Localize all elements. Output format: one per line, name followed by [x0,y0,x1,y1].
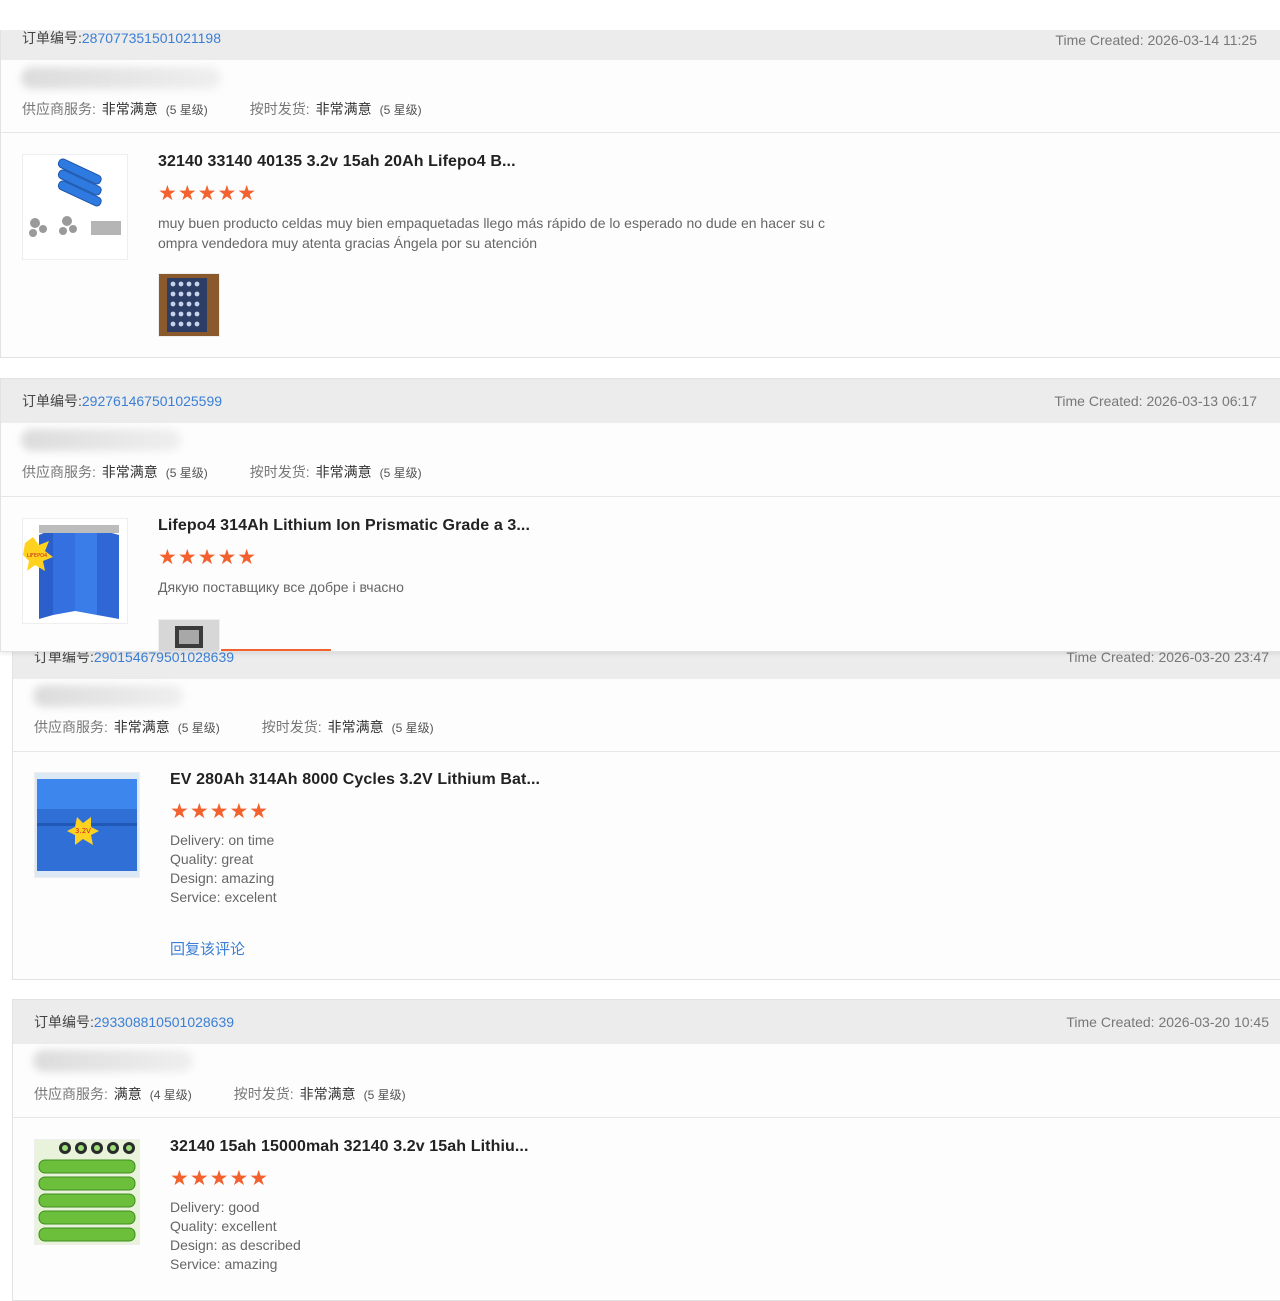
review-detail-quality: Quality: great [170,851,254,867]
delivery-level: (5 星级) [379,466,422,480]
supplier-service-level: (4 星级) [149,1088,192,1102]
time-created-label: Time Created: [1066,1014,1159,1030]
divider [13,751,1280,752]
review-detail-service: Service: excelent [170,889,277,905]
divider [1,132,1280,133]
order-card: 订单编号:292761467501025599 Time Created: 20… [0,378,1280,652]
blue-cylinder-cells-icon [23,155,127,259]
delivery-level: (5 星级) [379,103,422,117]
supplier-service-level: (5 星级) [165,466,208,480]
rating-summary: 供应商服务: 非常满意 (5 星级) 按时发货: 非常满意 (5 星级) [22,462,422,482]
time-created-value: 2026-03-20 10:45 [1158,1014,1269,1030]
order-number-label: 订单编号: [22,30,82,46]
delivery-label: 按时发货: [261,719,322,735]
review-detail-quality: Quality: excellent [170,1218,277,1234]
buyer-name-blurred [33,1050,193,1072]
supplier-service-label: 供应商服务: [22,101,96,117]
order-number-link[interactable]: 293308810501028639 [94,1014,234,1030]
order-number-label: 订单编号: [34,1014,94,1030]
package-photo-icon [159,620,219,651]
order-header: 订单编号:293308810501028639 Time Created: 20… [13,1000,1280,1044]
delivery-value: 非常满意 [299,1086,356,1102]
rating-summary: 供应商服务: 非常满意 (5 星级) 按时发货: 非常满意 (5 星级) [22,99,422,119]
order-header: 订单编号:292761467501025599 Time Created: 20… [1,379,1280,423]
product-thumbnail[interactable]: LIFEPO4 [22,518,128,624]
delivery-label: 按时发货: [249,464,310,480]
review-detail-delivery: Delivery: good [170,1199,260,1215]
supplier-service-label: 供应商服务: [22,464,96,480]
supplier-service-level: (5 星级) [177,721,220,735]
review-detail-service: Service: amazing [170,1256,278,1272]
buyer-name-blurred [21,67,221,89]
reply-review-link[interactable]: 回复该评论 [170,938,245,959]
divider [1,496,1280,497]
review-text: muy buen producto celdas muy bien empaqu… [158,213,858,253]
order-card: 订单编号:290154679501028639 Time Created: 20… [12,634,1280,980]
supplier-service-level: (5 星级) [165,103,208,117]
supplier-service-label: 供应商服务: [34,1086,108,1102]
star-rating: ★★★★★ [158,546,258,569]
delivery-value: 非常满意 [315,101,372,117]
svg-text:LIFEPO4: LIFEPO4 [27,553,47,559]
review-detail-delivery: Delivery: on time [170,832,275,848]
divider [13,1117,1280,1118]
review-text: Дякую поставщику все добре і вчасно [158,577,858,597]
order-number-link[interactable]: 287077351501021198 [82,30,221,46]
review-detail-design: Design: as described [170,1237,301,1253]
time-created-value: 2026-03-14 11:25 [1147,32,1258,48]
review-photo[interactable] [158,619,220,651]
review-line: muy buen producto celdas muy bien empaqu… [158,215,825,231]
delivery-level: (5 星级) [391,721,434,735]
supplier-service-value: 满意 [113,1086,142,1102]
top-edge [0,0,1280,30]
product-thumbnail[interactable]: 3.2V [34,772,140,878]
rating-summary: 供应商服务: 满意 (4 星级) 按时发货: 非常满意 (5 星级) [34,1084,406,1104]
review-detail-design: Design: amazing [170,870,275,886]
product-thumbnail[interactable] [34,1139,140,1245]
review-line: ompra vendedora muy atenta gracias Ángel… [158,235,538,251]
star-rating: ★★★★★ [170,800,270,823]
supplier-service-value: 非常满意 [101,464,158,480]
delivery-label: 按时发货: [233,1086,294,1102]
star-rating: ★★★★★ [170,1167,270,1190]
time-created-value: 2026-03-13 06:17 [1146,393,1257,409]
svg-text:3.2V: 3.2V [75,827,91,835]
blue-prismatic-battery-icon: 3.2V [35,773,139,877]
delivery-level: (5 星级) [363,1088,406,1102]
buyer-name-blurred [21,429,181,451]
buyer-name-blurred [33,685,183,707]
active-tab-underline [221,649,331,651]
supplier-service-value: 非常满意 [101,101,158,117]
product-thumbnail[interactable] [22,154,128,260]
time-created-label: Time Created: [1055,32,1148,48]
green-cylinder-cells-icon [35,1140,139,1244]
supplier-service-value: 非常满意 [113,719,170,735]
review-details: Delivery: good Quality: excellent Design… [170,1198,870,1274]
star-rating: ★★★★★ [158,182,258,205]
review-details: Delivery: on time Quality: great Design:… [170,831,870,907]
order-number-label: 订单编号: [22,393,82,409]
delivery-value: 非常满意 [315,464,372,480]
delivery-value: 非常满意 [327,719,384,735]
product-title[interactable]: 32140 15ah 15000mah 32140 3.2v 15ah Lith… [170,1138,529,1156]
order-number-link[interactable]: 292761467501025599 [82,393,222,409]
review-photo[interactable] [158,273,220,337]
order-card: 订单编号:293308810501028639 Time Created: 20… [12,999,1280,1301]
time-created-label: Time Created: [1054,393,1147,409]
product-title[interactable]: Lifepo4 314Ah Lithium Ion Prismatic Grad… [158,517,530,535]
order-card: 订单编号:287077351501021198 Time Created: 20… [0,14,1280,358]
product-title[interactable]: 32140 33140 40135 3.2v 15ah 20Ah Lifepo4… [158,153,516,171]
blue-prismatic-cells-icon: LIFEPO4 [23,519,127,623]
rating-summary: 供应商服务: 非常满意 (5 星级) 按时发货: 非常满意 (5 星级) [34,717,434,737]
battery-pack-photo-icon [159,274,219,336]
delivery-label: 按时发货: [249,101,310,117]
product-title[interactable]: EV 280Ah 314Ah 8000 Cycles 3.2V Lithium … [170,771,540,789]
supplier-service-label: 供应商服务: [34,719,108,735]
review-line: Дякую поставщику все добре і вчасно [158,579,404,595]
